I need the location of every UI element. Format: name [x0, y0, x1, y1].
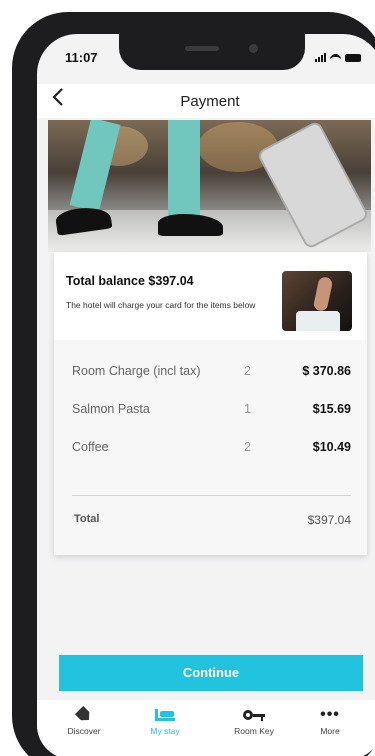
camera: [249, 44, 258, 53]
hero-leg: [69, 120, 121, 213]
tab-label: Discover: [67, 726, 101, 736]
more-icon: •••: [320, 706, 340, 723]
card-shape: [296, 311, 340, 331]
total-label: Total: [74, 513, 100, 525]
tag-icon: [75, 706, 93, 724]
tab-discover[interactable]: Discover: [49, 706, 119, 736]
card-header: Total balance $397.04 The hotel will cha…: [54, 252, 367, 340]
page-title: Payment: [180, 93, 240, 110]
notch: [119, 34, 305, 70]
phone-frame: 11:07 Payment Total balance $397.04 The …: [12, 12, 375, 756]
status-time: 11:07: [65, 50, 98, 65]
item-qty: 1: [244, 402, 251, 416]
status-icons: [315, 53, 361, 62]
list-item: Salmon Pasta 1 $15.69: [54, 400, 367, 422]
tab-room-key[interactable]: Room Key: [219, 706, 289, 736]
volume-down-button: [19, 234, 25, 289]
balance-title: Total balance $397.04: [66, 274, 194, 288]
item-name: Room Charge (incl tax): [72, 364, 201, 378]
tab-label: My stay: [150, 726, 180, 736]
signal-icon: [315, 53, 326, 62]
battery-icon: [345, 53, 361, 62]
tab-more[interactable]: ••• More: [295, 706, 365, 736]
item-name: Coffee: [72, 440, 109, 454]
mute-switch: [19, 112, 25, 142]
screen: 11:07 Payment Total balance $397.04 The …: [37, 34, 375, 756]
card-payment-image: [282, 271, 352, 331]
key-icon: [243, 710, 265, 721]
volume-up-button: [19, 167, 25, 222]
charges-list: Room Charge (incl tax) 2 $ 370.86 Salmon…: [54, 340, 367, 555]
divider: [72, 495, 351, 496]
total-value: $397.04: [307, 513, 351, 527]
hero-image: [48, 120, 371, 252]
balance-description: The hotel will charge your card for the …: [66, 300, 256, 310]
speaker: [185, 46, 219, 51]
bed-icon: [155, 709, 175, 721]
tab-label: Room Key: [234, 726, 274, 736]
tab-label: More: [320, 726, 340, 736]
hand-shape: [312, 275, 334, 313]
tab-bar: Discover My stay Room Key ••• More: [37, 700, 375, 756]
balance-card: Total balance $397.04 The hotel will cha…: [54, 252, 367, 555]
item-price: $15.69: [312, 402, 351, 416]
item-name: Salmon Pasta: [72, 402, 150, 416]
continue-button[interactable]: Continue: [59, 655, 363, 691]
wifi-icon: [330, 53, 341, 62]
tab-my-stay[interactable]: My stay: [130, 706, 200, 736]
list-item: Room Charge (incl tax) 2 $ 370.86: [54, 362, 367, 384]
list-item: Coffee 2 $10.49: [54, 438, 367, 460]
item-qty: 2: [244, 440, 251, 454]
item-price: $10.49: [312, 440, 351, 454]
hero-leg: [168, 120, 200, 215]
item-qty: 2: [244, 364, 251, 378]
item-price: $ 370.86: [302, 364, 351, 378]
header: Payment: [37, 84, 375, 118]
